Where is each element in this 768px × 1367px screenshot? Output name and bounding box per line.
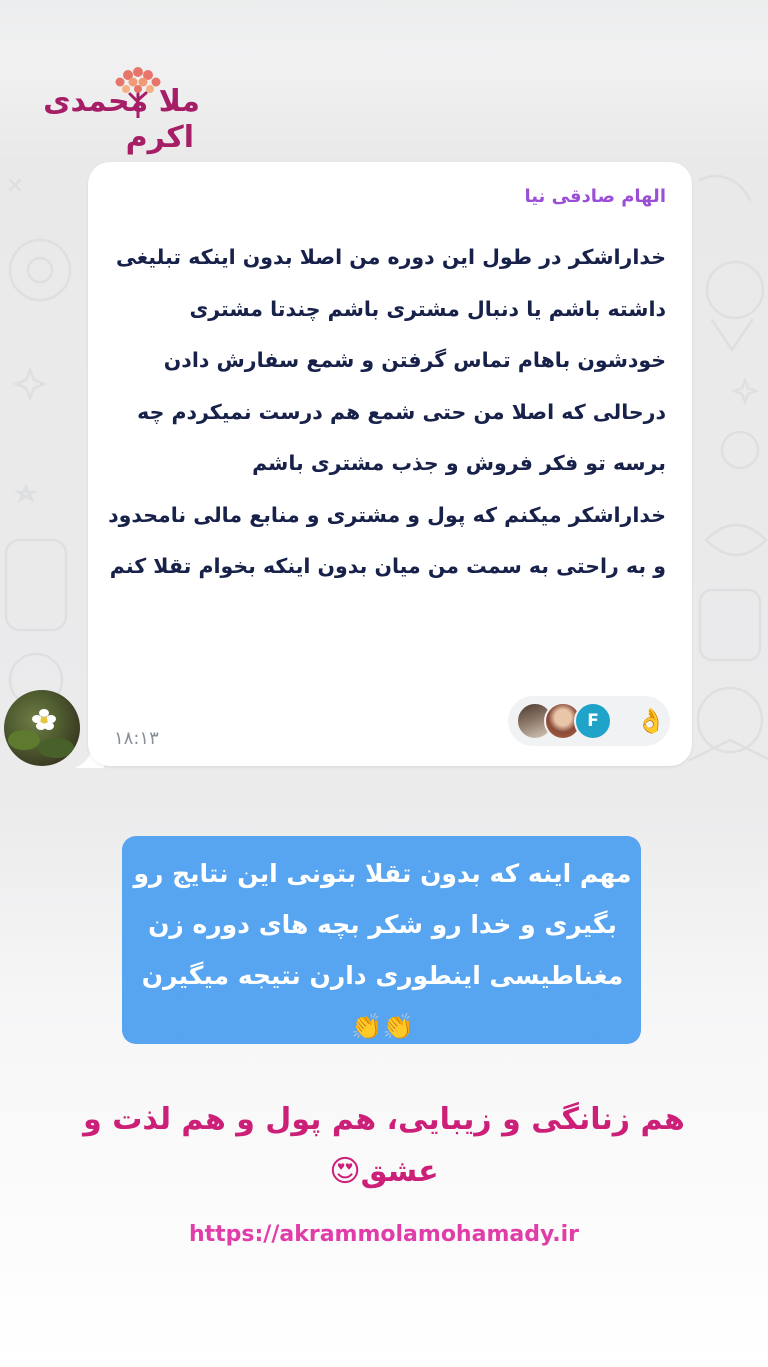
flower-photo-icon: [8, 709, 74, 758]
reactor-avatar-letter: F: [574, 702, 612, 740]
ok-hand-reaction-icon[interactable]: 👌: [636, 706, 666, 736]
headline-text: هم زنانگی و زیبایی، هم پول و هم لذت و عش…: [83, 1102, 685, 1189]
reactions-bar[interactable]: F 👌: [508, 696, 670, 746]
avatar[interactable]: [4, 690, 80, 766]
logo-text-line1: ملا محمدی: [43, 84, 200, 119]
logo-text-line2: اکرم: [125, 120, 194, 155]
brand-logo: ملا محمدی اکرم: [43, 62, 200, 162]
website-link[interactable]: https://akrammolamohamady.ir: [0, 1222, 768, 1247]
sender-name[interactable]: الهام صادقی نیا: [524, 186, 666, 207]
message-time: ۱۸:۱۳: [114, 728, 159, 749]
message-text: خداراشکر در طول این دوره من اصلا بدون ای…: [108, 245, 666, 578]
message-bubble[interactable]: الهام صادقی نیا خداراشکر در طول این دوره…: [88, 162, 692, 766]
caption-text: مهم اینه که بدون تقلا بتونی این نتایج رو…: [133, 859, 632, 1041]
